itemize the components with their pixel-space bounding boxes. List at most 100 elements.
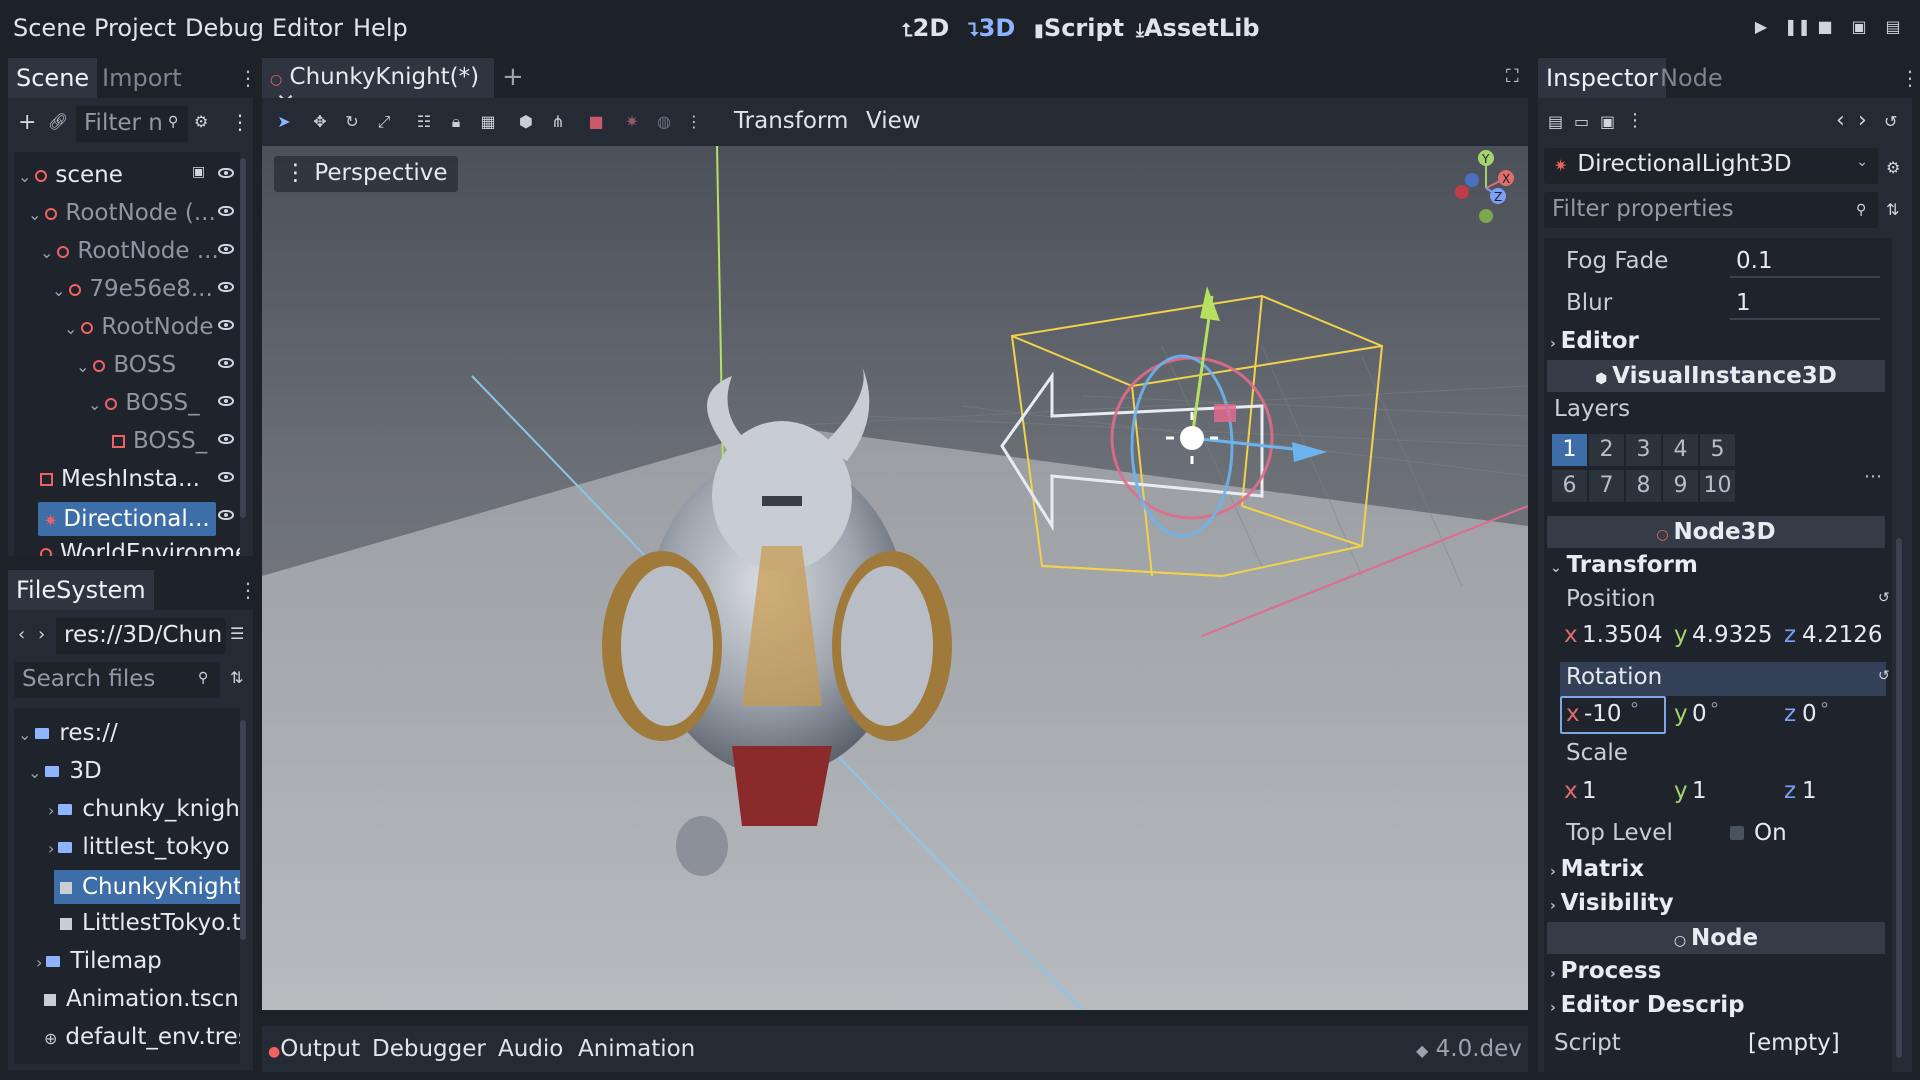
tree-item-world-environment[interactable]: WorldEnvironme xyxy=(40,540,240,556)
tab-animation[interactable]: Animation xyxy=(578,1036,695,1062)
back-icon[interactable]: ‹ xyxy=(18,624,25,645)
rotation-z-input[interactable]: 0 xyxy=(1802,701,1817,727)
history-back-icon[interactable]: ‹ xyxy=(1836,108,1845,133)
layer-9[interactable]: 9 xyxy=(1663,470,1698,502)
filesystem-menu-icon[interactable]: ⋮ xyxy=(238,578,258,602)
menu-editor[interactable]: Editor xyxy=(272,14,343,42)
visibility-eye-icon[interactable] xyxy=(218,510,234,520)
forward-icon[interactable]: › xyxy=(38,624,45,645)
add-tab-button[interactable]: + xyxy=(502,62,524,92)
toolbar-more-icon[interactable]: ⋮ xyxy=(682,112,706,131)
reset-position-icon[interactable]: ↺ xyxy=(1878,590,1890,606)
workspace-script-button[interactable]: ▮Script xyxy=(1034,14,1124,42)
sort-properties-icon[interactable]: ⇅ xyxy=(1886,200,1899,219)
workspace-2d-button[interactable]: ⮤2D xyxy=(902,14,949,42)
tree-item-boss-mesh[interactable]: BOSS_ xyxy=(112,428,207,458)
tab-audio[interactable]: Audio xyxy=(498,1036,563,1062)
pause-icon[interactable]: ❚❚ xyxy=(1784,18,1811,36)
tree-item-rootnode-1[interactable]: ⌄ RootNode (... xyxy=(28,200,216,230)
visibility-eye-icon[interactable] xyxy=(218,358,234,368)
script-attached-icon[interactable]: ▣ xyxy=(192,164,205,180)
scale-z-input[interactable]: 1 xyxy=(1802,778,1817,804)
menu-debug[interactable]: Debug xyxy=(185,14,264,42)
visibility-eye-icon[interactable] xyxy=(218,472,234,482)
visibility-eye-icon[interactable] xyxy=(218,434,234,444)
load-resource-icon[interactable]: ▭ xyxy=(1574,112,1589,131)
rotate-tool-icon[interactable]: ↻ xyxy=(340,112,364,131)
inspector-dock-menu-icon[interactable]: ⋮ xyxy=(1900,66,1920,90)
tab-inspector[interactable]: Inspector xyxy=(1538,58,1666,98)
workspace-assetlib-button[interactable]: ⤓AssetLib xyxy=(1136,14,1260,42)
tab-chunkyknight[interactable]: ○ ChunkyKnight(*) ✕ xyxy=(262,58,494,116)
add-node-icon[interactable]: + xyxy=(18,110,36,135)
node-type-selector[interactable]: ✷ DirectionalLight3D ⌄ xyxy=(1544,148,1878,184)
position-x-input[interactable]: 1.3504 xyxy=(1582,622,1662,648)
file-item-littlest-tokyo[interactable]: › littlest_tokyo xyxy=(48,834,230,864)
blur-value[interactable]: 1 xyxy=(1736,290,1751,316)
layer-2[interactable]: 2 xyxy=(1589,434,1624,466)
file-item-3d[interactable]: ⌄ 3D xyxy=(28,758,102,788)
visualinstance3d-section[interactable]: ⬢ VisualInstance3D xyxy=(1547,360,1885,392)
file-tree-scrollbar[interactable] xyxy=(240,720,246,940)
file-item-tilemap[interactable]: › Tilemap xyxy=(36,948,162,978)
play-scene-icon[interactable]: ▣ xyxy=(1850,18,1868,36)
scale-y-input[interactable]: 1 xyxy=(1692,778,1707,804)
node-section[interactable]: ○ Node xyxy=(1547,922,1885,954)
distraction-free-icon[interactable]: ⛶ xyxy=(1506,66,1519,87)
file-item-chunky-knight[interactable]: › chunky_knight xyxy=(48,796,240,826)
workspace-3d-button[interactable]: ⮧3D xyxy=(968,14,1015,42)
layer-3[interactable]: 3 xyxy=(1626,434,1661,466)
select-tool-icon[interactable]: ➤ xyxy=(272,112,296,131)
visibility-eye-icon[interactable] xyxy=(218,282,234,292)
view-menu[interactable]: View xyxy=(866,108,921,134)
top-level-checkbox[interactable] xyxy=(1730,826,1744,840)
sort-icon[interactable]: ⇅ xyxy=(230,668,243,687)
list-view-icon[interactable]: ☰ xyxy=(230,624,244,643)
reset-rotation-icon[interactable]: ↺ xyxy=(1878,668,1890,684)
tree-item-rootnode-2[interactable]: ⌄ RootNode ... xyxy=(40,238,219,268)
link-icon[interactable]: 🔗︎ xyxy=(48,112,68,131)
scene-dock-menu-icon[interactable]: ⋮ xyxy=(238,66,258,90)
camera-override-icon[interactable]: ■ xyxy=(584,112,608,131)
menu-project[interactable]: Project xyxy=(94,14,176,42)
fog-fade-value[interactable]: 0.1 xyxy=(1736,248,1773,274)
list-select-icon[interactable]: ☷ xyxy=(412,112,436,131)
node3d-section[interactable]: ○ Node3D xyxy=(1547,516,1885,548)
local-space-icon[interactable]: ⬢ xyxy=(514,112,538,131)
scale-x-input[interactable]: 1 xyxy=(1582,778,1597,804)
tab-filesystem[interactable]: FileSystem xyxy=(8,570,154,610)
tree-item-boss[interactable]: ⌄ BOSS xyxy=(76,352,176,382)
tree-item-scene[interactable]: ⌄ scene xyxy=(18,162,123,192)
file-item-default-env[interactable]: ⊕ default_env.tres xyxy=(44,1024,240,1054)
tab-debugger[interactable]: Debugger xyxy=(372,1036,486,1062)
editor-group-header[interactable]: › Editor xyxy=(1550,328,1639,354)
filter-properties-input[interactable]: Filter properties xyxy=(1544,192,1878,228)
environment-preview-icon[interactable]: ◍ xyxy=(652,112,676,131)
file-item-animation-tscn[interactable]: Animation.tscn xyxy=(44,986,239,1016)
history-forward-icon[interactable]: › xyxy=(1858,108,1867,133)
tree-item-rootnode-3[interactable]: ⌄ RootNode xyxy=(64,314,214,344)
rotation-x-input[interactable]: -10 xyxy=(1584,701,1622,727)
resource-menu-icon[interactable]: ⋮ xyxy=(1626,110,1644,131)
node-doc-icon[interactable]: ⚙ xyxy=(1886,158,1900,177)
visibility-group-header[interactable]: › Visibility xyxy=(1550,890,1674,916)
stop-icon[interactable]: ■ xyxy=(1816,18,1834,36)
scene-tools-icon[interactable]: ⚙ xyxy=(194,112,208,131)
lock-icon[interactable]: 🔒︎ xyxy=(444,112,468,132)
tree-item-meshinstance[interactable]: MeshInsta... xyxy=(40,466,200,496)
script-value[interactable]: [empty] xyxy=(1748,1030,1840,1056)
play-custom-icon[interactable]: ▤ xyxy=(1884,18,1902,36)
move-tool-icon[interactable]: ✥ xyxy=(308,112,332,131)
perspective-menu[interactable]: ⋮ Perspective xyxy=(274,156,458,192)
transform-menu[interactable]: Transform xyxy=(734,108,848,134)
search-files-input[interactable]: Search files xyxy=(14,662,220,698)
position-z-input[interactable]: 4.2126 xyxy=(1802,622,1882,648)
layers-more-icon[interactable]: ⋯ xyxy=(1864,466,1882,487)
layer-7[interactable]: 7 xyxy=(1589,470,1624,502)
scale-tool-icon[interactable]: ⤢ xyxy=(372,112,396,132)
file-item-res[interactable]: ⌄ res:// xyxy=(18,720,118,750)
snap-icon[interactable]: ⋔ xyxy=(546,112,570,131)
editor-description-group-header[interactable]: › Editor Descrip xyxy=(1550,992,1745,1018)
process-group-header[interactable]: › Process xyxy=(1550,958,1661,984)
sun-preview-icon[interactable]: ✷ xyxy=(620,112,644,131)
